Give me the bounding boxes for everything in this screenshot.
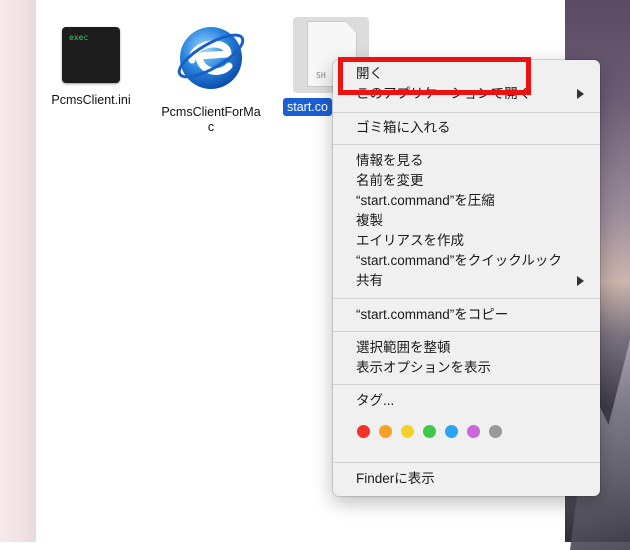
- file-pcmsclientformac[interactable]: PcmsClientForMa c: [156, 20, 266, 135]
- doc-icon-label: SH: [316, 71, 326, 80]
- menu-item-view-options[interactable]: 表示オプションを表示: [356, 360, 491, 376]
- tag-color-dot[interactable]: [423, 425, 436, 438]
- terminal-exec-icon: exec: [62, 27, 120, 83]
- tag-color-dot[interactable]: [489, 425, 502, 438]
- menu-separator: [333, 384, 600, 385]
- file-name: PcmsClient.ini: [51, 93, 131, 107]
- menu-item-show-in-finder[interactable]: Finderに表示: [356, 471, 435, 487]
- menu-item-quick-look[interactable]: “start.command”をクイックルック: [356, 253, 562, 269]
- tag-color-dot[interactable]: [445, 425, 458, 438]
- submenu-arrow-icon: [577, 276, 584, 286]
- window-sidebar-edge: [0, 0, 36, 542]
- menu-item-clean-up[interactable]: 選択範囲を整頓: [356, 340, 451, 356]
- menu-item-share[interactable]: 共有: [356, 273, 383, 289]
- menu-item-compress[interactable]: “start.command”を圧縮: [356, 193, 495, 209]
- selected-file-name[interactable]: start.co: [283, 98, 332, 116]
- context-menu: 開く このアプリケーションで開く ゴミ箱に入れる 情報を見る 名前を変更 “st…: [333, 60, 600, 496]
- ie-browser-icon: [174, 20, 248, 92]
- tag-color-dot[interactable]: [379, 425, 392, 438]
- file-name: PcmsClientForMa c: [156, 105, 266, 135]
- menu-item-make-alias[interactable]: エイリアスを作成: [356, 233, 464, 249]
- menu-separator: [333, 298, 600, 299]
- menu-item-tags[interactable]: タグ...: [356, 393, 394, 409]
- menu-separator: [333, 331, 600, 332]
- file-name-line2: c: [207, 120, 215, 134]
- menu-separator: [333, 112, 600, 113]
- menu-separator: [333, 462, 600, 463]
- tag-color-dot[interactable]: [357, 425, 370, 438]
- tag-color-dot[interactable]: [401, 425, 414, 438]
- file-name-line1: PcmsClientForMa: [161, 105, 261, 119]
- menu-item-get-info[interactable]: 情報を見る: [356, 153, 424, 169]
- submenu-arrow-icon: [577, 89, 584, 99]
- menu-item-rename[interactable]: 名前を変更: [356, 173, 424, 189]
- tag-color-dot[interactable]: [467, 425, 480, 438]
- file-pcmsclient-ini[interactable]: exec PcmsClient.ini: [46, 27, 136, 108]
- exec-icon-label: exec: [69, 33, 89, 42]
- annotation-highlight-box: [338, 57, 531, 95]
- menu-item-trash[interactable]: ゴミ箱に入れる: [356, 120, 451, 136]
- menu-item-duplicate[interactable]: 複製: [356, 213, 383, 229]
- menu-separator: [333, 144, 600, 145]
- menu-item-copy[interactable]: “start.command”をコピー: [356, 307, 508, 323]
